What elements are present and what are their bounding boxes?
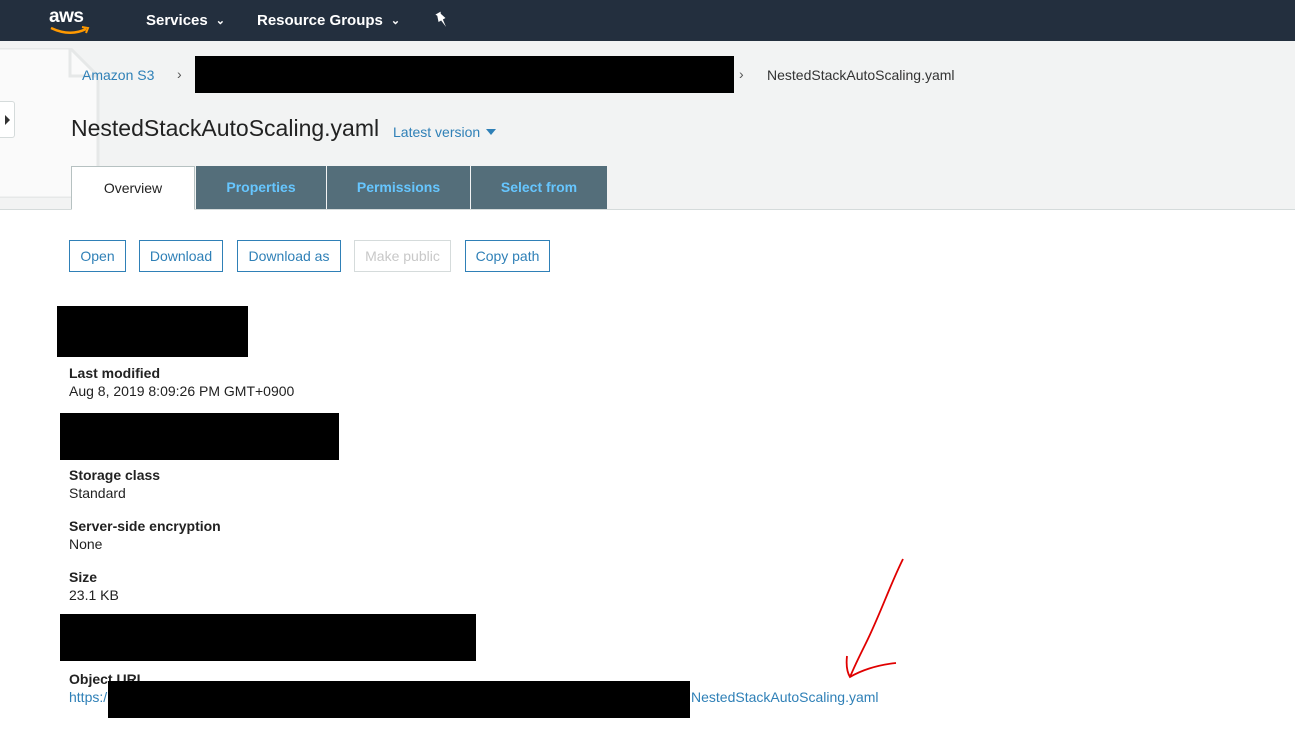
tab-properties[interactable]: Properties <box>196 166 326 209</box>
object-url-prefix[interactable]: https:/ <box>69 689 107 705</box>
services-label: Services <box>146 12 208 29</box>
make-public-button[interactable]: Make public <box>354 240 451 272</box>
caret-down-icon <box>486 129 497 135</box>
storage-class-label: Storage class <box>69 467 161 483</box>
encryption-label: Server-side encryption <box>69 518 221 534</box>
aws-logo-text: aws <box>49 6 84 27</box>
object-url-link[interactable]: NestedStackAutoScaling.yaml <box>691 689 879 705</box>
breadcrumb-amazon-s3[interactable]: Amazon S3 <box>82 67 154 83</box>
copy-path-button[interactable]: Copy path <box>465 240 550 272</box>
services-menu[interactable]: Services ⌄ <box>146 12 225 29</box>
encryption-value: None <box>69 536 103 552</box>
aws-smile-icon <box>50 26 90 34</box>
redacted-etag-block <box>60 413 339 460</box>
version-label: Latest version <box>393 124 481 140</box>
redacted-owner-block <box>57 306 248 357</box>
version-dropdown[interactable]: Latest version <box>393 124 497 140</box>
last-modified-label: Last modified <box>69 365 161 381</box>
top-nav-bar: aws Services ⌄ Resource Groups ⌄ <box>0 0 1295 41</box>
last-modified-value: Aug 8, 2019 8:09:26 PM GMT+0900 <box>69 383 295 399</box>
resource-groups-menu[interactable]: Resource Groups ⌄ <box>257 12 400 29</box>
breadcrumb-separator-icon: › <box>177 66 182 82</box>
side-panel-toggle[interactable] <box>0 101 15 138</box>
breadcrumb-separator-icon: › <box>739 66 744 82</box>
page-title: NestedStackAutoScaling.yaml <box>71 115 380 141</box>
tab-permissions[interactable]: Permissions <box>327 166 470 209</box>
redacted-url-block <box>108 681 690 718</box>
chevron-down-icon: ⌄ <box>215 15 225 27</box>
redacted-breadcrumb-bucket <box>195 56 734 93</box>
download-as-button[interactable]: Download as <box>237 240 341 272</box>
download-button[interactable]: Download <box>139 240 223 272</box>
chevron-down-icon: ⌄ <box>390 15 401 27</box>
aws-logo[interactable]: aws <box>49 6 93 36</box>
size-value: 23.1 KB <box>69 587 119 603</box>
annotation-arrow-icon <box>845 558 904 679</box>
storage-class-value: Standard <box>69 485 126 501</box>
open-button[interactable]: Open <box>69 240 126 272</box>
breadcrumb-file: NestedStackAutoScaling.yaml <box>767 67 955 83</box>
tab-select-from[interactable]: Select from <box>471 166 607 209</box>
redacted-key-block <box>60 614 476 661</box>
caret-right-icon <box>5 115 10 125</box>
resource-groups-label: Resource Groups <box>257 12 383 29</box>
pin-icon[interactable] <box>434 11 450 29</box>
tab-overview[interactable]: Overview <box>71 166 195 210</box>
size-label: Size <box>69 569 98 585</box>
